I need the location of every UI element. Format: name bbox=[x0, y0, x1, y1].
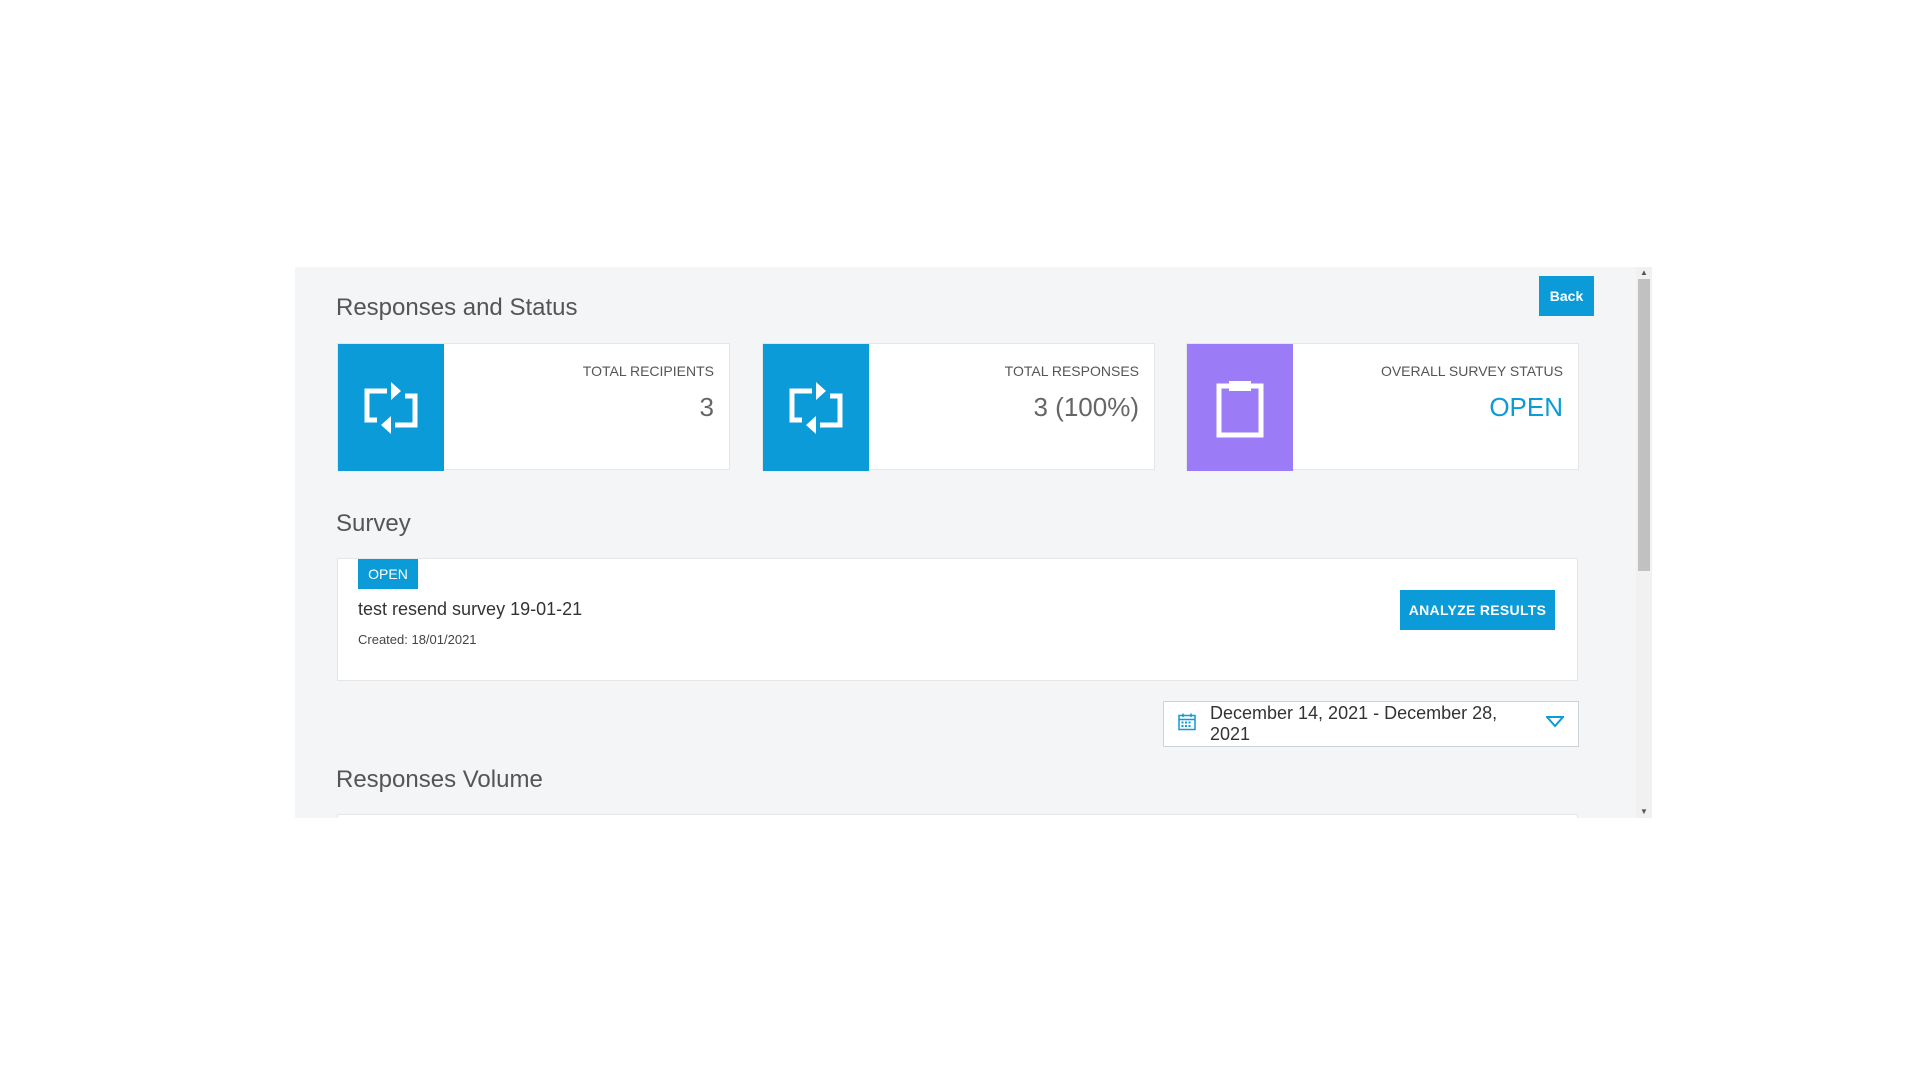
responses-volume-panel bbox=[337, 814, 1578, 818]
card-value: 3 (100%) bbox=[1033, 392, 1140, 422]
analyze-results-button[interactable]: ANALYZE RESULTS bbox=[1400, 590, 1555, 630]
survey-section-title: Survey bbox=[336, 510, 411, 537]
repeat-icon bbox=[338, 344, 444, 471]
page-title: Responses and Status bbox=[336, 294, 578, 321]
card-label: TOTAL RECIPIENTS bbox=[582, 363, 714, 379]
overall-survey-status-card: OVERALL SURVEY STATUS OPEN bbox=[1186, 343, 1579, 471]
clipboard-icon bbox=[1187, 344, 1293, 471]
card-label: OVERALL SURVEY STATUS bbox=[1380, 363, 1563, 379]
scroll-up-arrow-icon[interactable]: ▲ bbox=[1636, 267, 1652, 279]
responses-volume-title: Responses Volume bbox=[336, 766, 543, 793]
vertical-scrollbar[interactable]: ▲ ▼ bbox=[1636, 267, 1652, 818]
card-value: 3 bbox=[699, 392, 714, 422]
card-label: TOTAL RESPONSES bbox=[1004, 363, 1139, 379]
survey-dashboard: Back Responses and Status TOTAL RECIPIEN… bbox=[295, 267, 1651, 818]
survey-panel: OPEN test resend survey 19-01-21 Created… bbox=[337, 558, 1578, 681]
back-button[interactable]: Back bbox=[1539, 276, 1594, 316]
status-value: OPEN bbox=[1489, 392, 1563, 422]
scrollbar-thumb[interactable] bbox=[1638, 279, 1650, 571]
calendar-icon bbox=[1178, 713, 1196, 736]
chevron-down-icon bbox=[1544, 715, 1566, 733]
survey-created-date: Created: 18/01/2021 bbox=[358, 632, 477, 647]
date-range-picker[interactable]: December 14, 2021 - December 28, 2021 bbox=[1163, 701, 1579, 747]
status-badge: OPEN bbox=[358, 559, 418, 589]
scroll-down-arrow-icon[interactable]: ▼ bbox=[1636, 806, 1652, 818]
date-range-text: December 14, 2021 - December 28, 2021 bbox=[1210, 703, 1498, 744]
survey-name: test resend survey 19-01-21 bbox=[358, 599, 583, 619]
repeat-icon bbox=[763, 344, 869, 471]
total-responses-card: TOTAL RESPONSES 3 (100%) bbox=[762, 343, 1155, 471]
total-recipients-card: TOTAL RECIPIENTS 3 bbox=[337, 343, 730, 471]
